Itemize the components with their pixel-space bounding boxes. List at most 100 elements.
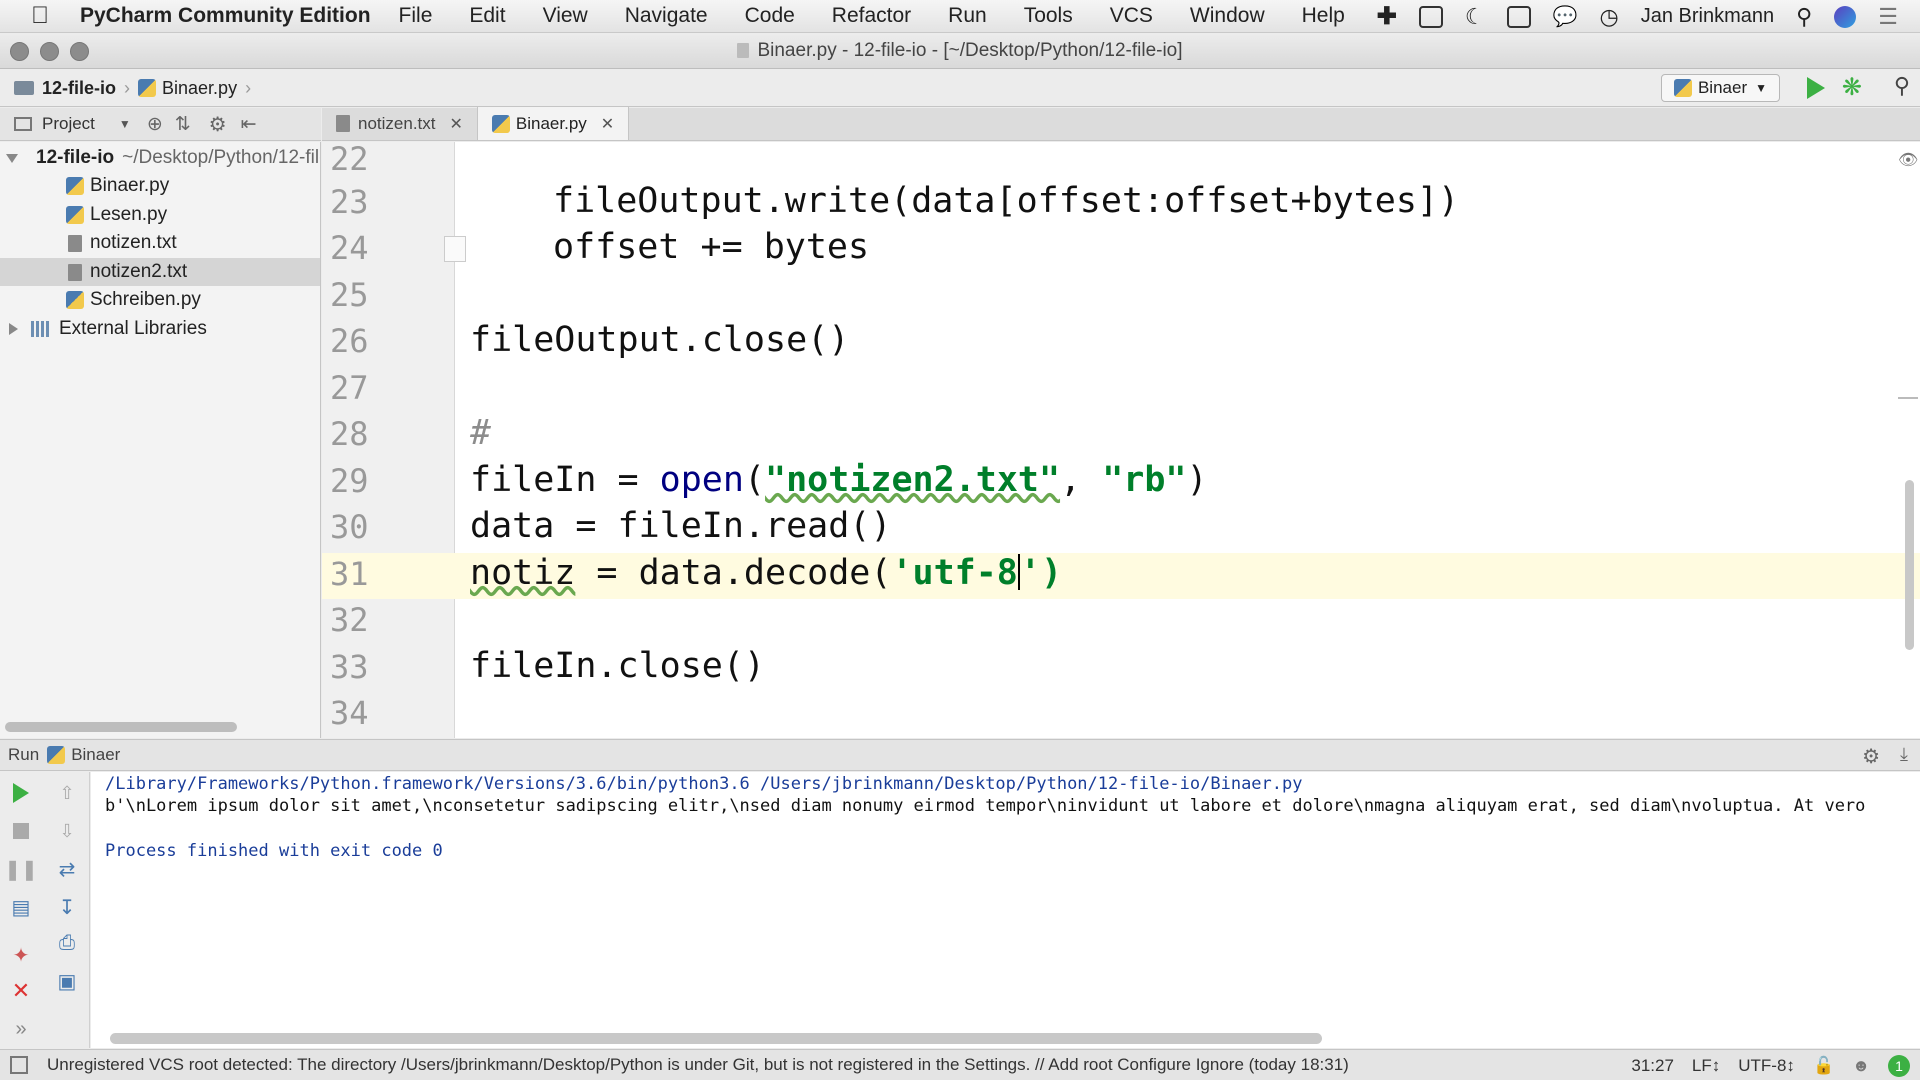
close-run-icon[interactable]: ✕ <box>8 978 34 1004</box>
notification-center-icon[interactable]: ☰ <box>1878 4 1898 30</box>
up-arrow-icon[interactable]: ⇧ <box>54 780 80 806</box>
close-tab-icon[interactable]: ✕ <box>450 114 463 134</box>
navigation-bar: 12-file-io › Binaer.py › Binaer ▼ ❋ ⚲ <box>0 70 1920 107</box>
editor-vertical-scrollbar[interactable] <box>1905 480 1914 650</box>
search-everywhere-icon[interactable]: ⚲ <box>1894 73 1910 99</box>
collapsed-arrow-icon[interactable] <box>9 323 18 335</box>
tree-external-libraries[interactable]: External Libraries <box>0 315 320 343</box>
code-line-31: notiz = data.decode('utf-8') <box>470 553 1062 593</box>
apple-icon[interactable]:  <box>0 2 80 30</box>
menu-help[interactable]: Help <box>1302 4 1345 28</box>
expand-arrow-icon[interactable] <box>6 153 18 163</box>
line-number: 33 <box>330 648 369 686</box>
pin-icon[interactable]: ✦ <box>8 942 34 968</box>
gear-icon[interactable]: ⚙ <box>1862 744 1880 769</box>
project-view-select[interactable]: Project <box>42 114 95 134</box>
tab-binaer-py[interactable]: Binaer.py ✕ <box>477 107 630 140</box>
tree-file-lesen[interactable]: Lesen.py <box>0 201 320 229</box>
stop-button[interactable] <box>8 818 34 844</box>
rerun-button[interactable] <box>8 780 34 806</box>
moon-icon[interactable]: ☾ <box>1465 4 1485 30</box>
code-token: = data.decode( <box>575 553 892 593</box>
hide-panel-icon[interactable]: ⇤ <box>241 113 257 136</box>
close-tab-icon[interactable]: ✕ <box>601 114 614 134</box>
tree-file-label: Schreiben.py <box>90 289 201 310</box>
python-file-icon <box>138 79 157 97</box>
inspector-icon[interactable]: ☻ <box>1852 1056 1870 1076</box>
fold-marker-icon[interactable] <box>444 236 466 262</box>
line-number: 32 <box>330 601 369 639</box>
locate-icon[interactable]: ⊕ <box>147 113 163 136</box>
more-icon[interactable]: » <box>8 1016 34 1042</box>
debug-bug-icon[interactable]: ❋ <box>1842 73 1862 102</box>
menu-refactor[interactable]: Refactor <box>832 4 911 28</box>
menu-file[interactable]: File <box>399 4 433 28</box>
status-message[interactable]: Unregistered VCS root detected: The dire… <box>47 1055 1349 1075</box>
scroll-to-end-icon[interactable]: ↧ <box>54 894 80 920</box>
run-configuration-select[interactable]: Binaer ▼ <box>1660 74 1780 102</box>
menu-view[interactable]: View <box>543 4 588 28</box>
menu-run[interactable]: Run <box>948 4 987 28</box>
python-file-icon <box>66 291 84 309</box>
trash-icon[interactable]: ▣ <box>54 968 80 994</box>
event-log-badge[interactable]: 1 <box>1888 1054 1910 1077</box>
play-icon <box>1807 77 1825 99</box>
console-output-line: b'\nLorem ipsum dolor sit amet,\nconsete… <box>105 796 1866 816</box>
line-number: 27 <box>330 369 369 407</box>
tree-file-binaer[interactable]: Binaer.py <box>0 172 320 200</box>
console-horizontal-scrollbar[interactable] <box>110 1033 1322 1044</box>
scroll-marker <box>1898 397 1918 399</box>
code-token-string: ') <box>1019 553 1063 593</box>
run-button[interactable] <box>1807 77 1825 104</box>
tree-root-name: 12-file-io <box>36 147 115 168</box>
user-name[interactable]: Jan Brinkmann <box>1641 5 1774 28</box>
menu-navigate[interactable]: Navigate <box>625 4 708 28</box>
tab-notizen-txt[interactable]: notizen.txt ✕ <box>322 107 478 140</box>
tree-horizontal-scrollbar[interactable] <box>5 722 237 732</box>
breadcrumb-separator: › <box>245 77 252 98</box>
code-token: notiz <box>470 553 576 593</box>
menu-tools[interactable]: Tools <box>1024 4 1073 28</box>
caret-position[interactable]: 31:27 <box>1631 1056 1674 1076</box>
eye-icon[interactable]: 👁 <box>1898 150 1918 170</box>
line-number: 34 <box>330 694 369 732</box>
clock-icon[interactable]: ◷ <box>1600 4 1619 30</box>
tree-file-notizen2[interactable]: notizen2.txt <box>0 258 320 286</box>
line-separator-select[interactable]: LF↕ <box>1692 1056 1720 1076</box>
down-arrow-icon[interactable]: ⇩ <box>54 818 80 844</box>
print-icon[interactable]: ⎙ <box>54 930 80 956</box>
run-config-tab[interactable]: Binaer <box>71 745 120 765</box>
tree-file-label: notizen2.txt <box>90 261 188 282</box>
breadcrumb-file[interactable]: Binaer.py <box>162 78 237 99</box>
layout-icon[interactable]: ▤ <box>8 894 34 920</box>
pause-icon[interactable]: ❚❚ <box>4 856 38 882</box>
chat-icon[interactable]: 💬 <box>1553 4 1578 29</box>
plus-icon[interactable]: ✚ <box>1377 2 1397 31</box>
gear-icon[interactable]: ⚙ <box>209 112 227 137</box>
collapse-all-icon[interactable]: ⇅ <box>175 113 191 136</box>
hide-panel-icon[interactable]: ⤓ <box>1900 744 1908 765</box>
camera-icon[interactable] <box>1506 5 1531 28</box>
tool-windows-icon[interactable] <box>10 1056 28 1074</box>
menu-edit[interactable]: Edit <box>469 4 505 28</box>
siri-icon[interactable] <box>1834 5 1857 28</box>
breadcrumb-project[interactable]: 12-file-io <box>42 78 116 99</box>
lock-icon[interactable]: 🔓 <box>1813 1056 1834 1076</box>
encoding-select[interactable]: UTF-8↕ <box>1738 1056 1795 1076</box>
run-console[interactable]: /Library/Frameworks/Python.framework/Ver… <box>91 772 1920 1048</box>
line-number: 22 <box>330 140 369 178</box>
tree-root[interactable]: 12-file-io ~/Desktop/Python/12-file-io <box>0 144 320 172</box>
menu-window[interactable]: Window <box>1190 4 1265 28</box>
app-menu[interactable]: PyCharm Community Edition <box>80 4 371 28</box>
chevron-down-icon[interactable]: ▼ <box>119 117 131 131</box>
menu-vcs[interactable]: VCS <box>1110 4 1153 28</box>
status-bar: Unregistered VCS root detected: The dire… <box>0 1049 1920 1080</box>
line-number: 30 <box>330 508 369 546</box>
tree-file-notizen[interactable]: notizen.txt <box>0 229 320 257</box>
app-status-icon[interactable] <box>1418 5 1443 28</box>
line-number: 26 <box>330 322 369 360</box>
tree-file-schreiben[interactable]: Schreiben.py <box>0 286 320 314</box>
menu-code[interactable]: Code <box>745 4 795 28</box>
spotlight-search-icon[interactable]: ⚲ <box>1796 4 1812 30</box>
soft-wrap-icon[interactable]: ⇄ <box>54 856 80 882</box>
